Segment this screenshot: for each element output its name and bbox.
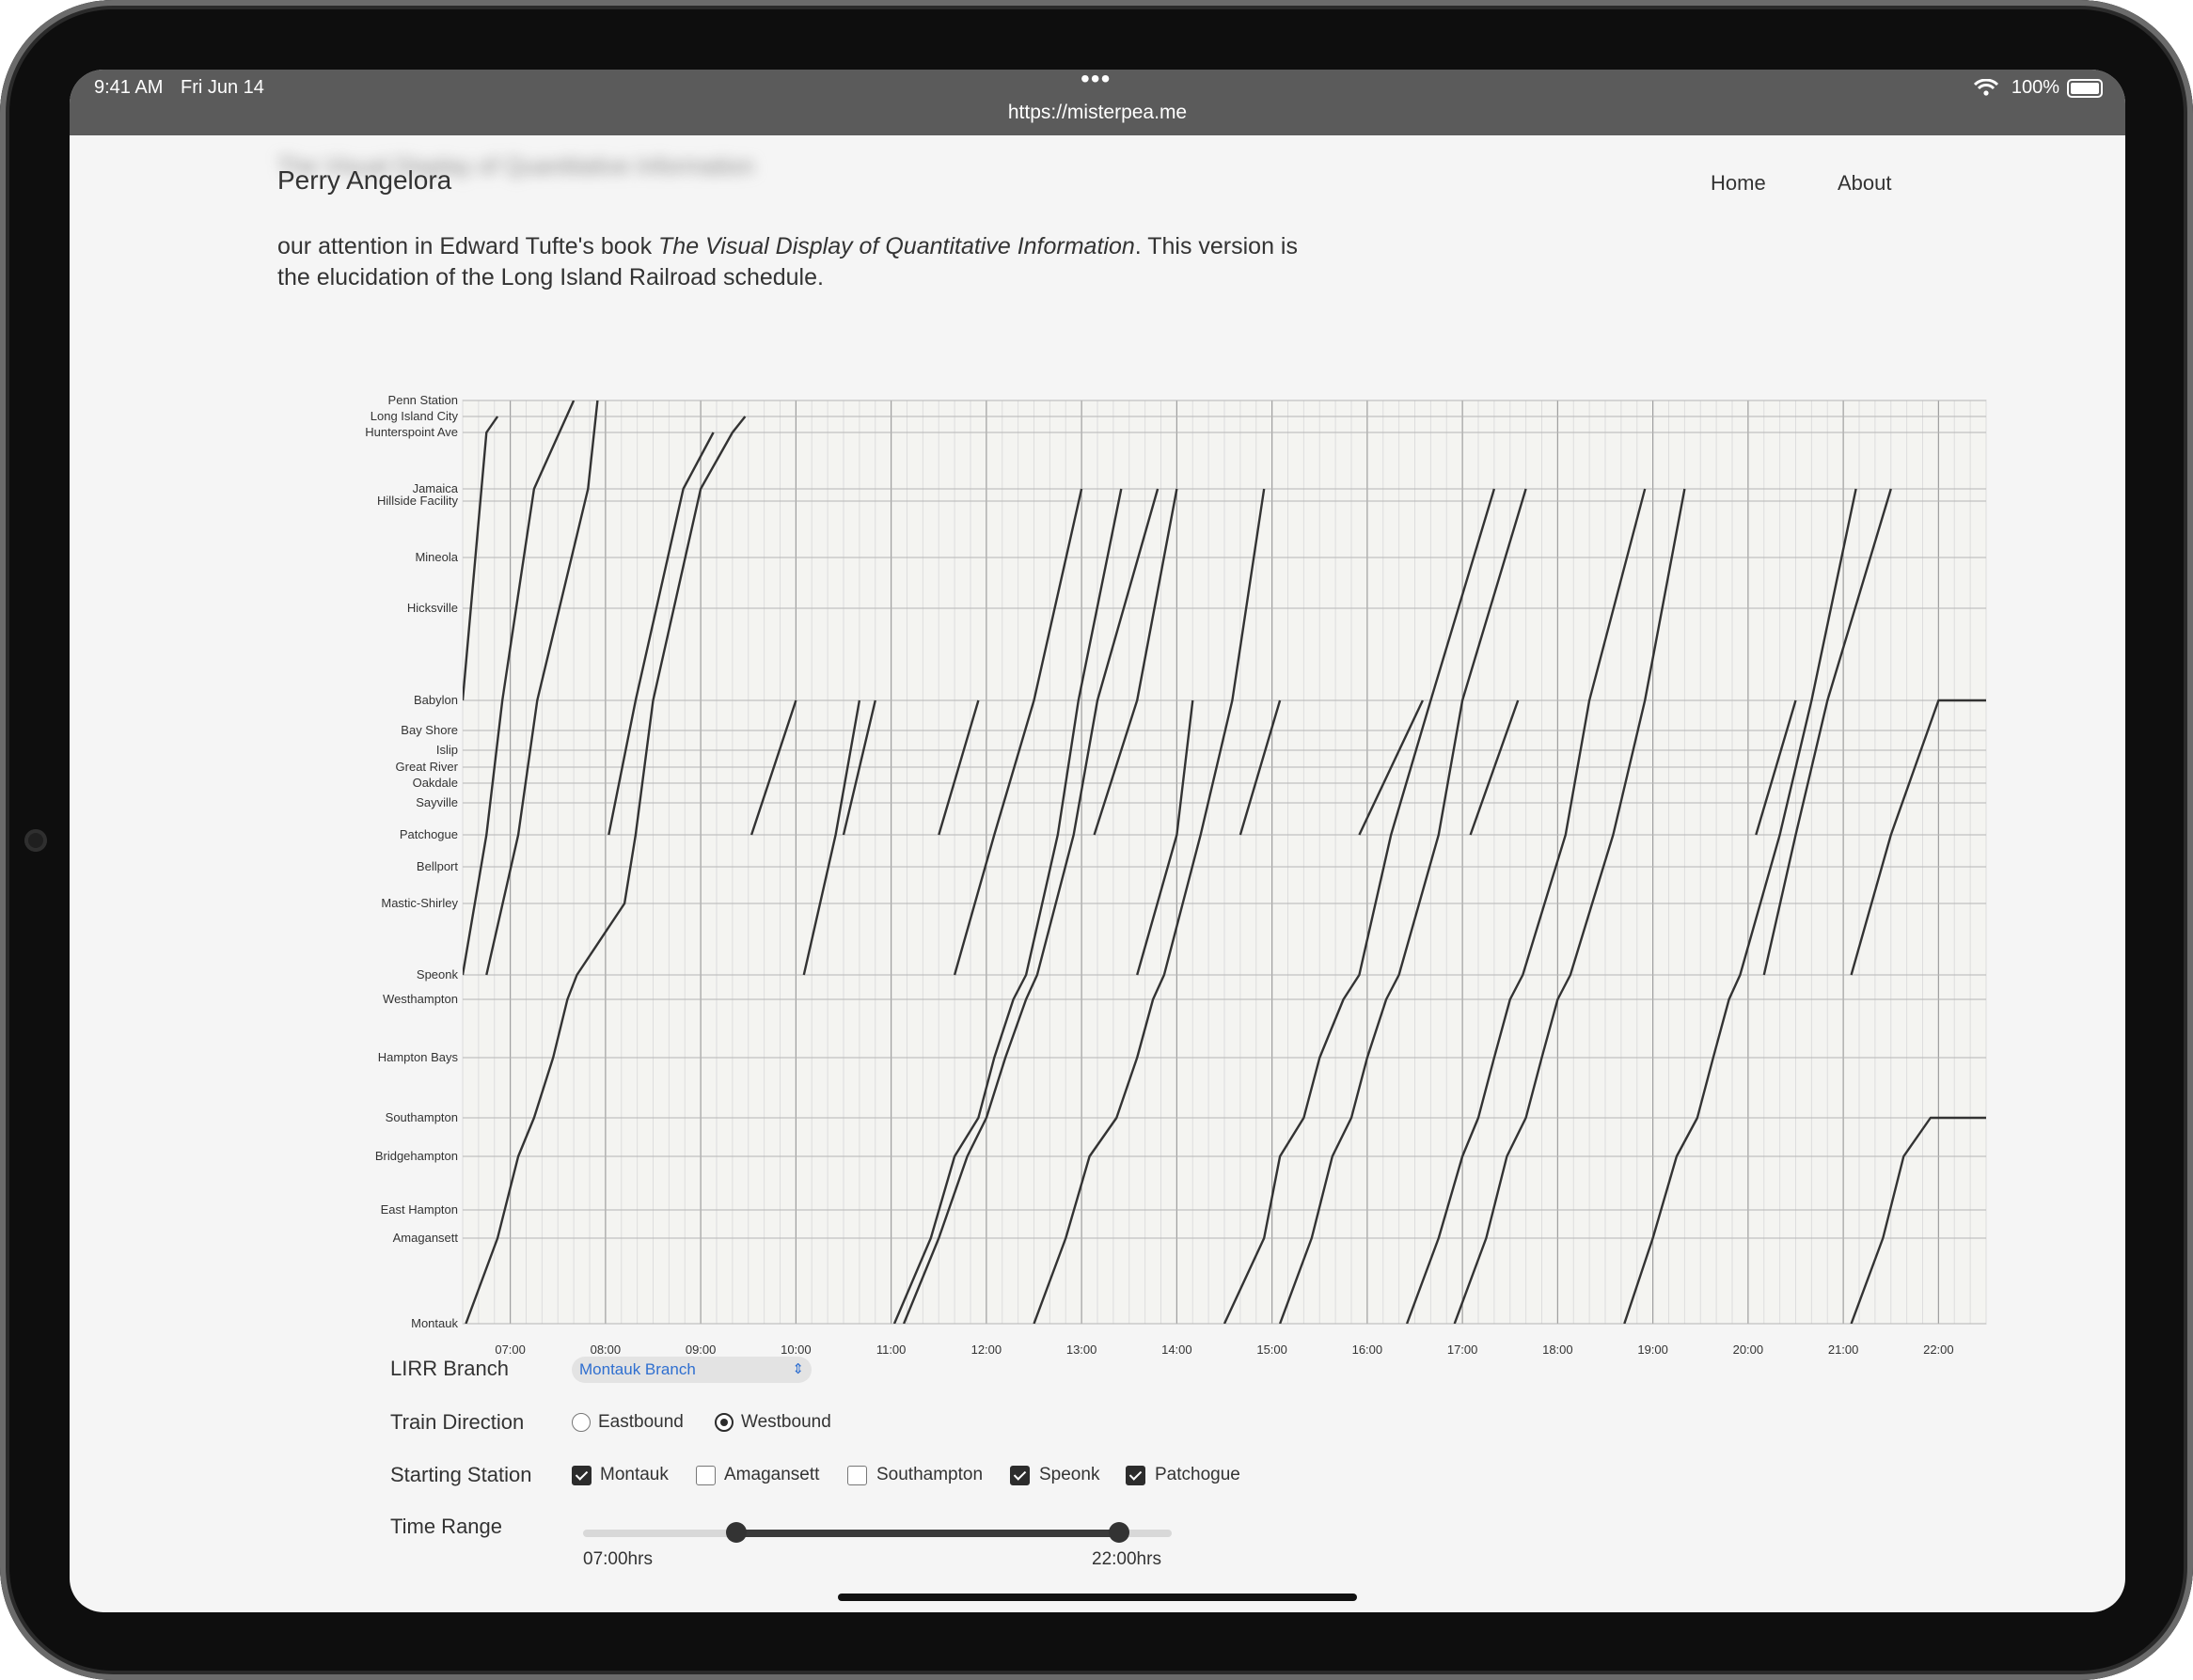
station-label: Westhampton bbox=[383, 992, 458, 1006]
more-dots-icon[interactable]: ••• bbox=[1081, 70, 1111, 94]
x-tick-label: 09:00 bbox=[686, 1342, 717, 1357]
chevron-updown-icon: ⇕ bbox=[792, 1361, 804, 1377]
montauk-label: Montauk bbox=[600, 1465, 669, 1484]
patchogue-label: Patchogue bbox=[1155, 1465, 1240, 1484]
wifi-icon bbox=[1974, 79, 1998, 96]
station-label: Penn Station bbox=[388, 393, 458, 407]
intro-paragraph: our attention in Edward Tufte's book The… bbox=[277, 231, 1312, 293]
direction-label: Train Direction bbox=[390, 1410, 525, 1434]
x-tick-label: 18:00 bbox=[1542, 1342, 1573, 1357]
time-range-end-handle[interactable] bbox=[1108, 1522, 1129, 1543]
time-range-label: Time Range bbox=[390, 1515, 503, 1538]
time-range-min-value: 07:00hrs bbox=[583, 1549, 653, 1569]
nav-home-link[interactable]: Home bbox=[1711, 171, 1766, 196]
station-label: Oakdale bbox=[413, 776, 458, 790]
station-label: Hunterspoint Ave bbox=[365, 425, 458, 439]
checkbox-amagansett[interactable] bbox=[696, 1466, 716, 1485]
checkbox-montauk[interactable] bbox=[572, 1466, 592, 1485]
station-label: Hicksville bbox=[407, 601, 458, 615]
station-label: Bay Shore bbox=[401, 723, 458, 737]
time-range-fill bbox=[735, 1530, 1119, 1537]
x-tick-label: 21:00 bbox=[1828, 1342, 1859, 1357]
checkbox-patchogue[interactable] bbox=[1126, 1466, 1145, 1485]
x-tick-label: 17:00 bbox=[1447, 1342, 1478, 1357]
station-label: Sayville bbox=[416, 795, 458, 809]
address-bar-url[interactable]: https://misterpea.me bbox=[70, 102, 2125, 124]
station-label: Long Island City bbox=[371, 409, 459, 423]
station-label: Bridgehampton bbox=[375, 1149, 458, 1163]
x-tick-label: 19:00 bbox=[1637, 1342, 1668, 1357]
branch-select-value: Montauk Branch bbox=[579, 1360, 696, 1378]
station-label: Patchogue bbox=[400, 827, 458, 841]
x-tick-label: 20:00 bbox=[1733, 1342, 1764, 1357]
status-time: 9:41 AM bbox=[94, 77, 164, 98]
station-label: East Hampton bbox=[381, 1202, 458, 1217]
starting-station-label: Starting Station bbox=[390, 1463, 532, 1486]
radio-westbound[interactable] bbox=[715, 1413, 734, 1432]
station-label: Babylon bbox=[414, 693, 458, 707]
time-range-max-value: 22:00hrs bbox=[1092, 1549, 1161, 1569]
station-label: Montauk bbox=[411, 1316, 458, 1330]
station-label: Great River bbox=[396, 760, 459, 774]
station-label: Mastic-Shirley bbox=[381, 896, 458, 910]
station-label: Amagansett bbox=[393, 1231, 459, 1245]
book-title: The Visual Display of Quantitative Infor… bbox=[658, 233, 1135, 259]
x-tick-label: 22:00 bbox=[1923, 1342, 1954, 1357]
status-bar: 9:41 AM Fri Jun 14 ••• https://misterpea… bbox=[70, 70, 2125, 135]
train-schedule-chart: Penn Station Long Island City Hunterspoint… bbox=[365, 393, 1987, 1357]
x-tick-label: 07:00 bbox=[495, 1342, 526, 1357]
westbound-label: Westbound bbox=[741, 1412, 831, 1432]
amagansett-label: Amagansett bbox=[724, 1465, 820, 1484]
station-label: Southampton bbox=[386, 1110, 458, 1124]
checkbox-speonk[interactable] bbox=[1010, 1466, 1030, 1485]
intro-text-a: our attention in Edward Tufte's book bbox=[277, 233, 659, 259]
browser-screen: 9:41 AM Fri Jun 14 ••• https://misterpea… bbox=[70, 70, 2125, 1612]
status-date: Fri Jun 14 bbox=[181, 77, 264, 98]
x-tick-label: 10:00 bbox=[781, 1342, 812, 1357]
battery-percent: 100% bbox=[2011, 77, 2059, 98]
speonk-label: Speonk bbox=[1039, 1465, 1100, 1484]
battery-icon bbox=[2067, 79, 2103, 98]
branch-label: LIRR Branch bbox=[390, 1357, 509, 1380]
x-tick-label: 15:00 bbox=[1256, 1342, 1287, 1357]
tablet-frame: 9:41 AM Fri Jun 14 ••• https://misterpea… bbox=[0, 0, 2193, 1680]
marey-chart-container: Penn Station Long Island City Hunterspoint… bbox=[267, 323, 2035, 1395]
front-camera bbox=[24, 829, 47, 852]
home-indicator[interactable] bbox=[838, 1594, 1357, 1601]
radio-eastbound[interactable] bbox=[572, 1413, 591, 1432]
time-range-start-handle[interactable] bbox=[725, 1522, 747, 1543]
x-tick-label: 11:00 bbox=[876, 1342, 907, 1357]
checkbox-southampton[interactable] bbox=[847, 1466, 867, 1485]
eastbound-label: Eastbound bbox=[598, 1412, 684, 1432]
x-tick-label: 13:00 bbox=[1066, 1342, 1097, 1357]
station-label: Speonk bbox=[417, 967, 459, 981]
station-label: Hillside Facility bbox=[377, 494, 458, 508]
x-tick-label: 08:00 bbox=[591, 1342, 622, 1357]
southampton-label: Southampton bbox=[876, 1465, 984, 1484]
x-tick-label: 16:00 bbox=[1352, 1342, 1383, 1357]
nav-about-link[interactable]: About bbox=[1838, 171, 1892, 196]
site-title[interactable]: Perry Angelora bbox=[277, 165, 451, 196]
branch-select[interactable]: Montauk Branch ⇕ bbox=[572, 1357, 812, 1383]
x-tick-label: 12:00 bbox=[971, 1342, 1002, 1357]
station-label: Mineola bbox=[415, 550, 458, 564]
station-label: Bellport bbox=[417, 859, 458, 873]
station-label: Islip bbox=[436, 743, 458, 757]
station-label: Hampton Bays bbox=[378, 1050, 459, 1064]
x-tick-label: 14:00 bbox=[1161, 1342, 1192, 1357]
